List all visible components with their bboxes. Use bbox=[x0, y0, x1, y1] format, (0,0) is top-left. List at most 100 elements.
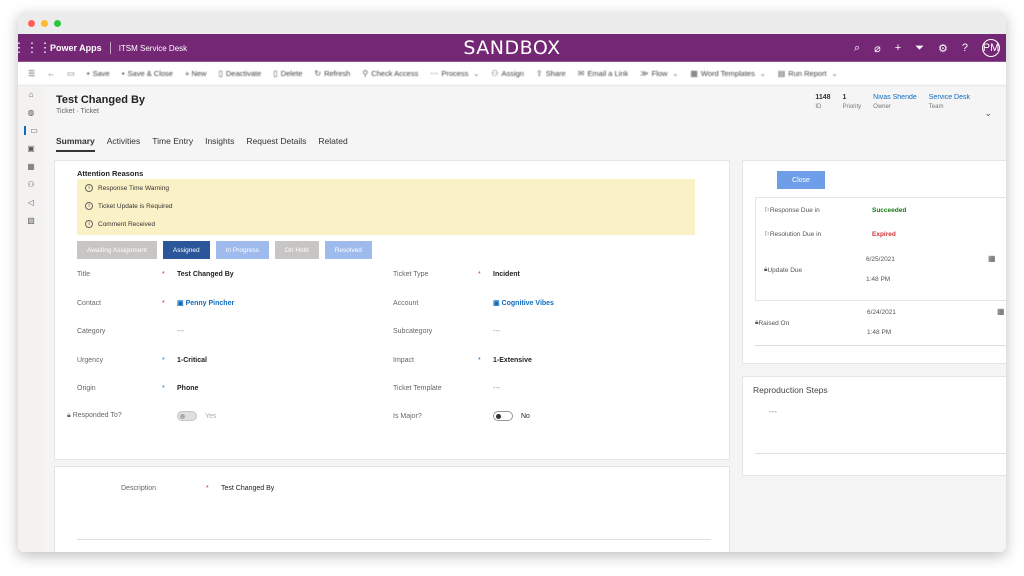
lock-icon: 🔒︎ bbox=[67, 412, 71, 419]
header-field-owner[interactable]: Nivas Shende Owner bbox=[873, 94, 917, 110]
search-icon[interactable]: ⌕ bbox=[854, 42, 860, 55]
chevron-down-icon: ⌄ bbox=[831, 70, 838, 78]
required-marker: * bbox=[162, 299, 165, 307]
stage-awaiting-assignment-button[interactable]: Awaiting Assignment bbox=[77, 241, 157, 259]
announcements-icon[interactable]: ◁ bbox=[28, 198, 34, 207]
field-category[interactable]: Category --- bbox=[77, 324, 184, 338]
avatar[interactable]: PM bbox=[982, 39, 1000, 57]
calendar-nav-icon[interactable]: ▦ bbox=[27, 162, 35, 171]
description-underline bbox=[77, 539, 711, 540]
responded-to-toggle[interactable] bbox=[177, 411, 197, 421]
contacts-nav-icon[interactable]: ⚇ bbox=[27, 180, 34, 189]
chevron-down-icon: ⌄ bbox=[473, 70, 480, 78]
app-window: ⋮⋮⋮ Power Apps ITSM Service Desk SANDBOX… bbox=[18, 12, 1006, 552]
description-section: Description * Test Changed By bbox=[54, 466, 730, 552]
delete-button[interactable]: ▯ Delete bbox=[267, 69, 308, 78]
maximize-window-dot[interactable] bbox=[54, 19, 61, 27]
stage-on-hold-button[interactable]: On Hold bbox=[274, 241, 319, 259]
calendar-icon[interactable]: ▦ bbox=[997, 307, 1005, 316]
field-account[interactable]: Account ▣ Cognitive Vibes bbox=[393, 296, 554, 310]
stage-resolved-button[interactable]: Resolved bbox=[324, 241, 372, 259]
share-icon: ⇪ bbox=[535, 69, 543, 78]
app-launcher-icon[interactable]: ⋮⋮⋮ bbox=[18, 34, 52, 62]
field-title[interactable]: Title * Test Changed By bbox=[77, 267, 234, 281]
assign-button[interactable]: ⚇ Assign bbox=[485, 69, 530, 78]
field-ticket-type[interactable]: Ticket Type * Incident bbox=[393, 267, 520, 281]
status-badge: Succeeded bbox=[872, 206, 907, 214]
back-icon[interactable]: ← bbox=[41, 69, 61, 78]
minimize-window-dot[interactable] bbox=[41, 19, 48, 27]
brand-separator bbox=[109, 42, 111, 54]
field-ticket-template[interactable]: Ticket Template --- bbox=[393, 381, 500, 395]
update-due-label: 🔒︎ Update Due bbox=[764, 266, 803, 274]
update-due-time[interactable]: 1:48 PM bbox=[866, 276, 890, 283]
process-button[interactable]: ⋯ Process ⌄ bbox=[424, 69, 485, 78]
field-urgency[interactable]: Urgency * 1-Critical bbox=[77, 353, 207, 367]
field-origin[interactable]: Origin * Phone bbox=[77, 381, 198, 395]
stage-assigned-button[interactable]: Assigned bbox=[162, 241, 210, 259]
flow-icon: ≫ bbox=[640, 69, 649, 78]
stage-in-progress-button[interactable]: In Progress bbox=[215, 241, 269, 259]
save-close-icon: ▪ bbox=[121, 69, 125, 78]
header-expand-chevron-icon[interactable]: ⌄ bbox=[984, 108, 992, 119]
home-icon[interactable]: ⌂ bbox=[29, 90, 34, 99]
close-window-dot[interactable] bbox=[28, 19, 35, 27]
settings-icon[interactable]: ⚙ bbox=[938, 42, 948, 55]
word-templates-button[interactable]: ▦ Word Templates ⌄ bbox=[684, 69, 771, 78]
sla-resolution-due: ⚐ Resolution Due in Expired bbox=[764, 230, 896, 239]
raised-on-time[interactable]: 1:48 PM bbox=[867, 329, 891, 336]
field-contact[interactable]: Contact * ▣ Penny Pincher bbox=[77, 296, 234, 310]
tab-summary[interactable]: Summary bbox=[56, 136, 95, 152]
assistant-icon[interactable]: ⌀ bbox=[874, 42, 881, 55]
save-close-button[interactable]: ▪ Save & Close bbox=[116, 69, 179, 78]
field-subcategory[interactable]: Subcategory --- bbox=[393, 324, 500, 338]
sla-timers-panel: ⚐ Response Due in Succeeded ⚐ Resolution… bbox=[755, 197, 1006, 301]
tab-request-details[interactable]: Request Details bbox=[246, 136, 306, 152]
raised-on-date[interactable]: 6/24/2021 bbox=[867, 309, 896, 316]
tab-activities[interactable]: Activities bbox=[107, 136, 141, 152]
field-description[interactable]: Description * Test Changed By bbox=[121, 481, 274, 495]
person-icon: ⚇ bbox=[491, 69, 499, 78]
form-icon[interactable]: ▭ bbox=[61, 69, 81, 78]
tab-insights[interactable]: Insights bbox=[205, 136, 234, 152]
field-responded-to[interactable]: 🔒︎ Responded To? Yes bbox=[67, 409, 216, 423]
header-field-team[interactable]: Service Desk Team bbox=[929, 94, 970, 110]
save-button[interactable]: ▪ Save bbox=[81, 69, 116, 78]
tab-time-entry[interactable]: Time Entry bbox=[152, 136, 193, 152]
check-access-button[interactable]: ⚲ Check Access bbox=[356, 69, 424, 78]
flow-button[interactable]: ≫ Flow ⌄ bbox=[634, 69, 684, 78]
raised-on-label: 🔒︎ Raised On bbox=[755, 319, 790, 327]
email-link-button[interactable]: ✉ Email a Link bbox=[572, 69, 635, 78]
calendar-icon[interactable]: ▦ bbox=[988, 254, 996, 263]
deactivate-button[interactable]: ▯ Deactivate bbox=[212, 69, 267, 78]
chevron-down-icon: ⌄ bbox=[759, 70, 766, 78]
filter-icon[interactable]: ⏷ bbox=[915, 42, 924, 55]
recent-icon[interactable]: ◍ bbox=[28, 108, 35, 117]
app-name[interactable]: ITSM Service Desk bbox=[119, 44, 187, 53]
brand-label[interactable]: Power Apps bbox=[50, 43, 102, 53]
update-due-date[interactable]: 6/25/2021 bbox=[866, 256, 895, 263]
plus-icon[interactable]: + bbox=[895, 42, 901, 54]
chevron-down-icon: ⌄ bbox=[672, 70, 679, 78]
reproduction-steps-value[interactable]: --- bbox=[769, 407, 777, 416]
record-subtitle[interactable]: Ticket · Ticket bbox=[56, 108, 145, 115]
sla-response-due: ⚐ Response Due in Succeeded bbox=[764, 206, 907, 215]
required-marker: * bbox=[206, 484, 209, 492]
refresh-icon: ↻ bbox=[314, 69, 322, 78]
field-impact[interactable]: Impact * 1-Extensive bbox=[393, 353, 532, 367]
hamburger-menu-icon[interactable]: ☰ bbox=[22, 69, 41, 78]
reproduction-steps-section: Reproduction Steps --- bbox=[742, 376, 1006, 476]
refresh-button[interactable]: ↻ Refresh bbox=[308, 69, 356, 78]
tickets-nav-icon[interactable]: ▭ bbox=[24, 126, 38, 135]
field-is-major[interactable]: Is Major? No bbox=[393, 409, 530, 423]
is-major-toggle[interactable] bbox=[493, 411, 513, 421]
share-button[interactable]: ⇪ Share bbox=[530, 69, 572, 78]
close-ticket-button[interactable]: Close bbox=[777, 171, 825, 189]
run-report-button[interactable]: ▤ Run Report ⌄ bbox=[772, 69, 844, 78]
queue-icon[interactable]: ▣ bbox=[27, 144, 35, 153]
tab-related[interactable]: Related bbox=[318, 136, 347, 152]
help-icon[interactable]: ? bbox=[962, 42, 968, 54]
knowledge-icon[interactable]: ▧ bbox=[27, 216, 35, 225]
deactivate-icon: ▯ bbox=[218, 69, 223, 78]
new-button[interactable]: + New bbox=[179, 69, 212, 78]
